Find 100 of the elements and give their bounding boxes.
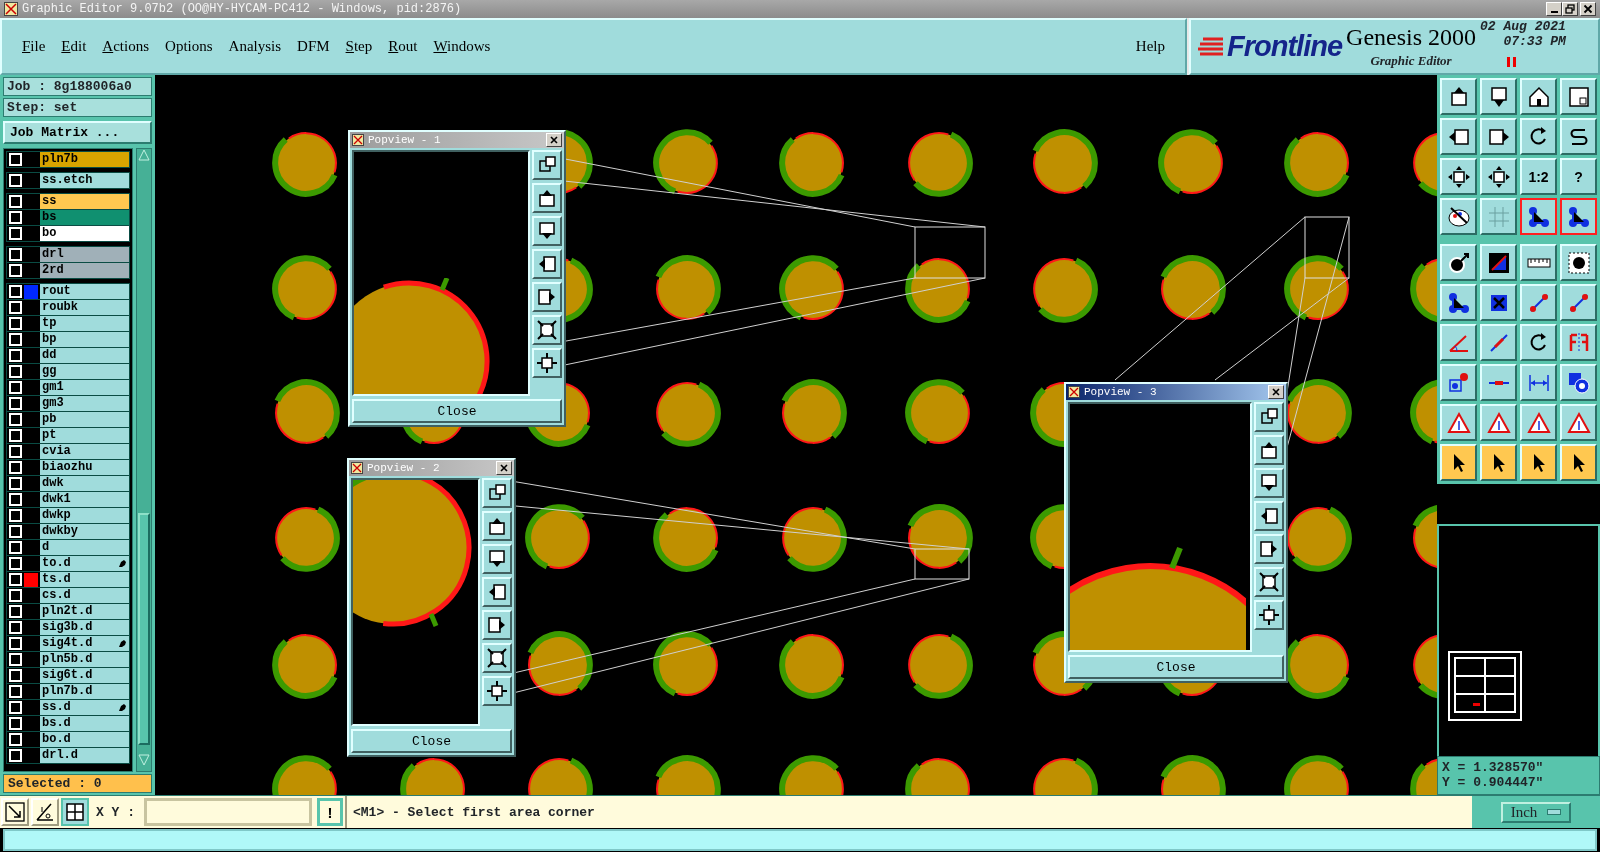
view-button[interactable] <box>532 249 562 279</box>
view-button[interactable] <box>1254 534 1284 564</box>
menu-item[interactable]: Step <box>337 36 381 57</box>
layer-name[interactable]: pt <box>40 428 129 443</box>
layer-checkbox[interactable] <box>9 733 22 746</box>
layer-name[interactable]: bo.d <box>40 732 129 747</box>
minimize-button[interactable] <box>1546 2 1562 16</box>
view-button[interactable] <box>1254 468 1284 498</box>
layer-checkbox[interactable] <box>9 413 22 426</box>
layer-name[interactable]: dwkp <box>40 508 129 523</box>
layer-name[interactable]: sig3b.d <box>40 620 129 635</box>
layer-checkbox[interactable] <box>9 717 22 730</box>
view-button[interactable] <box>482 643 512 673</box>
layer-checkbox[interactable] <box>9 669 22 682</box>
layer-name[interactable]: tp <box>40 316 129 331</box>
close-button[interactable] <box>1580 2 1596 16</box>
layer-checkbox[interactable] <box>9 461 22 474</box>
layer-checkbox[interactable] <box>9 541 22 554</box>
close-button[interactable]: Close <box>352 399 562 423</box>
layer-name[interactable]: drl <box>40 247 129 262</box>
layer-name[interactable]: ss.d <box>40 700 129 715</box>
menu-item[interactable]: Options <box>157 36 221 57</box>
xy-input[interactable] <box>144 798 312 826</box>
layer-name[interactable]: dwk1 <box>40 492 129 507</box>
layer-checkbox[interactable] <box>9 525 22 538</box>
view-button[interactable] <box>532 150 562 180</box>
scroll-thumb[interactable] <box>138 512 150 745</box>
layer-checkbox[interactable] <box>9 685 22 698</box>
layer-name[interactable]: 2rd <box>40 263 129 278</box>
layer-checkbox[interactable] <box>9 333 22 346</box>
layer-name[interactable]: dwkby <box>40 524 129 539</box>
layer-checkbox[interactable] <box>9 605 22 618</box>
view-button[interactable] <box>482 544 512 574</box>
menu-item[interactable]: Windows <box>425 36 499 57</box>
layer-checkbox[interactable] <box>9 211 22 224</box>
layer-checkbox[interactable] <box>9 248 22 261</box>
layer-name[interactable]: ss.etch <box>40 173 129 188</box>
layer-checkbox[interactable] <box>9 264 22 277</box>
layer-name[interactable]: d <box>40 540 129 555</box>
view-button[interactable] <box>482 577 512 607</box>
layer-name[interactable]: gm1 <box>40 380 129 395</box>
close-button[interactable] <box>1268 385 1284 399</box>
layer-checkbox[interactable] <box>9 174 22 187</box>
layer-name[interactable]: bo <box>40 226 129 241</box>
layer-checkbox[interactable] <box>9 445 22 458</box>
view-button[interactable] <box>532 216 562 246</box>
layer-name[interactable]: pln7b.d <box>40 684 129 699</box>
menu-item[interactable]: Actions <box>94 36 158 57</box>
view-button[interactable] <box>532 183 562 213</box>
menu-item[interactable]: Edit <box>53 36 95 57</box>
layer-name[interactable]: rout <box>40 284 129 299</box>
view-button[interactable] <box>1254 567 1284 597</box>
job-matrix-button[interactable]: Job Matrix ... <box>3 121 152 144</box>
layer-checkbox[interactable] <box>9 477 22 490</box>
menu-item[interactable]: DFM <box>289 36 338 57</box>
layer-checkbox[interactable] <box>9 493 22 506</box>
layer-name[interactable]: gm3 <box>40 396 129 411</box>
units-dropdown[interactable]: Inch <box>1500 801 1572 823</box>
close-button[interactable]: Close <box>1068 655 1284 679</box>
menu-item[interactable]: Analysis <box>220 36 290 57</box>
layer-checkbox[interactable] <box>9 285 22 298</box>
tool-button[interactable]: 1:2 <box>1520 158 1557 195</box>
view-button[interactable] <box>1254 402 1284 432</box>
layer-checkbox[interactable] <box>9 589 22 602</box>
layer-checkbox[interactable] <box>9 301 22 314</box>
view-button[interactable] <box>532 315 562 345</box>
layer-name[interactable]: sig4t.d <box>40 636 129 651</box>
close-button[interactable] <box>546 133 562 147</box>
layer-checkbox[interactable] <box>9 749 22 762</box>
menu-item[interactable]: Help <box>1127 36 1173 57</box>
layer-checkbox[interactable] <box>9 397 22 410</box>
layer-name[interactable]: pln2t.d <box>40 604 129 619</box>
layer-name[interactable]: dd <box>40 348 129 363</box>
layer-checkbox[interactable] <box>9 349 22 362</box>
layer-checkbox[interactable] <box>9 227 22 240</box>
layer-checkbox[interactable] <box>9 621 22 634</box>
snap-button[interactable] <box>61 798 89 826</box>
layer-checkbox[interactable] <box>9 429 22 442</box>
layer-name[interactable]: roubk <box>40 300 129 315</box>
layer-checkbox[interactable] <box>9 317 22 330</box>
layer-name[interactable]: pb <box>40 412 129 427</box>
layer-checkbox[interactable] <box>9 153 22 166</box>
layer-name[interactable]: bs <box>40 210 129 225</box>
view-button[interactable] <box>532 282 562 312</box>
layer-checkbox[interactable] <box>9 637 22 650</box>
tool-button[interactable]: ? <box>1560 158 1597 195</box>
layer-name[interactable]: sig6t.d <box>40 668 129 683</box>
view-button[interactable] <box>1254 501 1284 531</box>
menu-item[interactable]: File <box>14 36 54 57</box>
layer-checkbox[interactable] <box>9 509 22 522</box>
scrollbar[interactable] <box>136 148 152 772</box>
layer-name[interactable]: cvia <box>40 444 129 459</box>
layer-checkbox[interactable] <box>9 701 22 714</box>
layer-name[interactable]: drl.d <box>40 748 129 763</box>
layer-checkbox[interactable] <box>9 365 22 378</box>
layer-name[interactable]: cs.d <box>40 588 129 603</box>
close-button[interactable] <box>496 461 512 475</box>
menu-item[interactable]: Rout <box>380 36 426 57</box>
layer-checkbox[interactable] <box>9 653 22 666</box>
layer-name[interactable]: dwk <box>40 476 129 491</box>
